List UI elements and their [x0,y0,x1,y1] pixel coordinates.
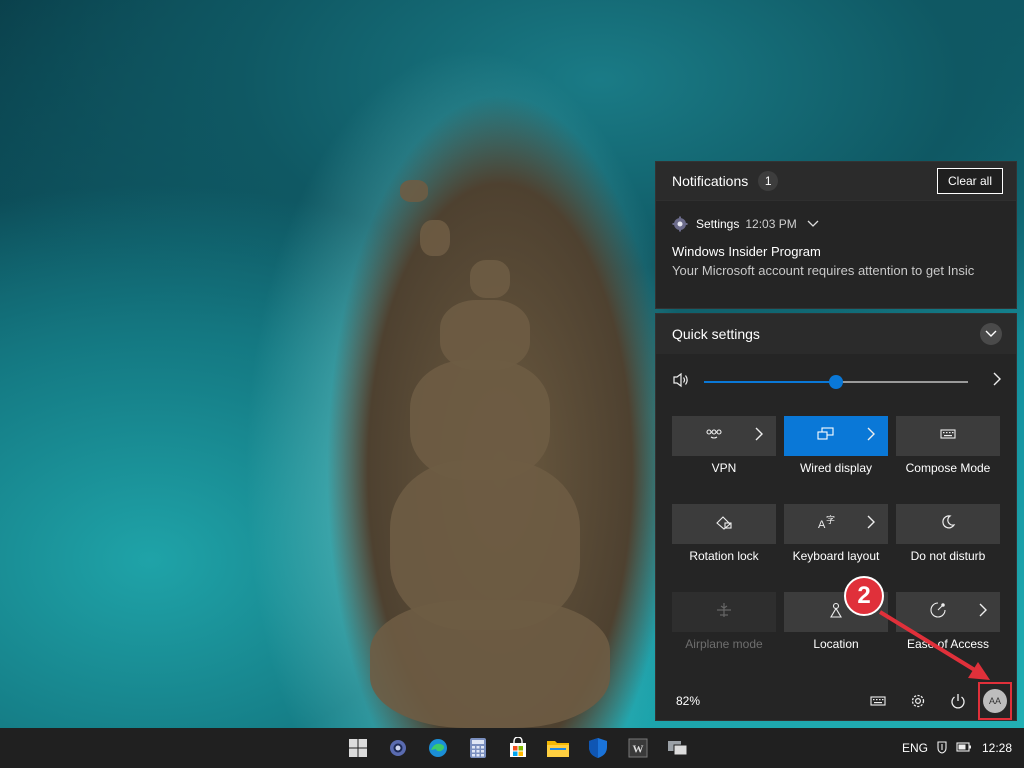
notifications-header: Notifications 1 Clear all [656,162,1016,201]
volume-slider[interactable] [704,375,968,389]
security-shield-icon[interactable] [578,732,618,764]
rotation-lock-icon [715,514,733,535]
tile-rotation-lock[interactable] [672,504,776,544]
project-icon [817,426,835,446]
tile-ease-of-access[interactable] [896,592,1000,632]
chevron-down-icon [985,330,997,337]
volume-row [672,372,1002,392]
tile-label-ease-of-access: Ease of Access [906,637,990,651]
avatar: AA [983,689,1007,713]
tile-label-do-not-disturb: Do not disturb [910,549,986,563]
svg-text:字: 字 [826,514,835,525]
tile-wired-display[interactable] [784,416,888,456]
svg-text:W: W [633,744,644,756]
clock[interactable]: 12:28 [982,741,1012,755]
notification-center: Notifications 1 Clear all Settings 12:03… [655,161,1017,309]
step-number-badge: 2 [844,576,884,616]
notification-time: 12:03 PM [745,217,797,231]
notification-count-badge: 1 [758,171,779,191]
notification-item[interactable]: Settings 12:03 PM Windows Insider Progra… [656,201,1016,278]
quick-settings-header: Quick settings [656,314,1016,354]
svg-text:A: A [818,519,826,530]
word-icon[interactable]: W [618,732,658,764]
tile-label-compose-mode: Compose Mode [905,461,991,475]
chevron-right-icon[interactable] [754,427,764,446]
power-icon[interactable] [938,682,978,720]
tile-label-location: Location [813,637,859,651]
task-view-icon[interactable] [658,732,698,764]
tile-compose-mode[interactable] [896,416,1000,456]
tile-keyboard-layout[interactable]: A字 [784,504,888,544]
settings-app-icon [672,216,688,232]
chevron-right-icon[interactable] [978,603,988,622]
collapse-button[interactable] [980,323,1002,345]
keyboard-layout-icon: A字 [817,514,835,535]
vpn-icon [705,427,723,445]
clear-all-button[interactable]: Clear all [936,168,1003,194]
chevron-right-icon[interactable] [866,515,876,534]
keyboard-icon [940,427,956,445]
quick-settings-footer: 82% AA [656,682,1016,720]
network-icon[interactable] [936,740,948,757]
airplane-icon [715,602,733,623]
tile-label-rotation-lock: Rotation lock [689,549,759,563]
battery-icon[interactable] [956,741,972,755]
file-explorer-icon[interactable] [538,732,578,764]
volume-icon[interactable] [672,372,690,393]
quick-settings-panel: Quick settings VPN Wired display Compose M… [655,313,1017,721]
edge-icon[interactable] [418,732,458,764]
audio-output-chevron-icon[interactable] [992,372,1002,389]
windows-start-icon[interactable] [338,732,378,764]
chevron-down-icon[interactable] [807,217,819,231]
notification-body: Your Microsoft account requires attentio… [672,263,975,278]
notification-app-name: Settings [696,217,740,231]
location-icon [828,601,844,624]
moon-icon [940,514,956,535]
battery-percentage: 82% [676,694,701,708]
settings-gear-icon[interactable] [898,682,938,720]
volume-slider-thumb[interactable] [829,375,843,389]
tile-label-airplane-mode: Airplane mode [685,637,763,651]
tile-airplane-mode [672,592,776,632]
keyboard-icon[interactable] [858,682,898,720]
accessibility-icon [929,601,947,624]
notification-headline: Windows Insider Program [672,244,821,259]
tile-label-vpn: VPN [711,461,737,475]
tile-label-wired-display: Wired display [799,461,873,475]
tile-vpn[interactable] [672,416,776,456]
volume-slider-fill [704,381,836,383]
tile-label-keyboard-layout: Keyboard layout [792,549,880,563]
taskbar: W ENG 12:28 [0,728,1024,768]
calculator-icon[interactable] [458,732,498,764]
notifications-title: Notifications [672,173,749,189]
settings-gear-icon[interactable] [378,732,418,764]
user-account-button[interactable]: AA [978,682,1012,720]
store-icon[interactable] [498,732,538,764]
quick-settings-title: Quick settings [672,326,760,342]
language-indicator[interactable]: ENG [902,741,928,755]
system-tray: ENG 12:28 [894,728,1012,768]
tile-do-not-disturb[interactable] [896,504,1000,544]
chevron-right-icon[interactable] [866,427,876,446]
